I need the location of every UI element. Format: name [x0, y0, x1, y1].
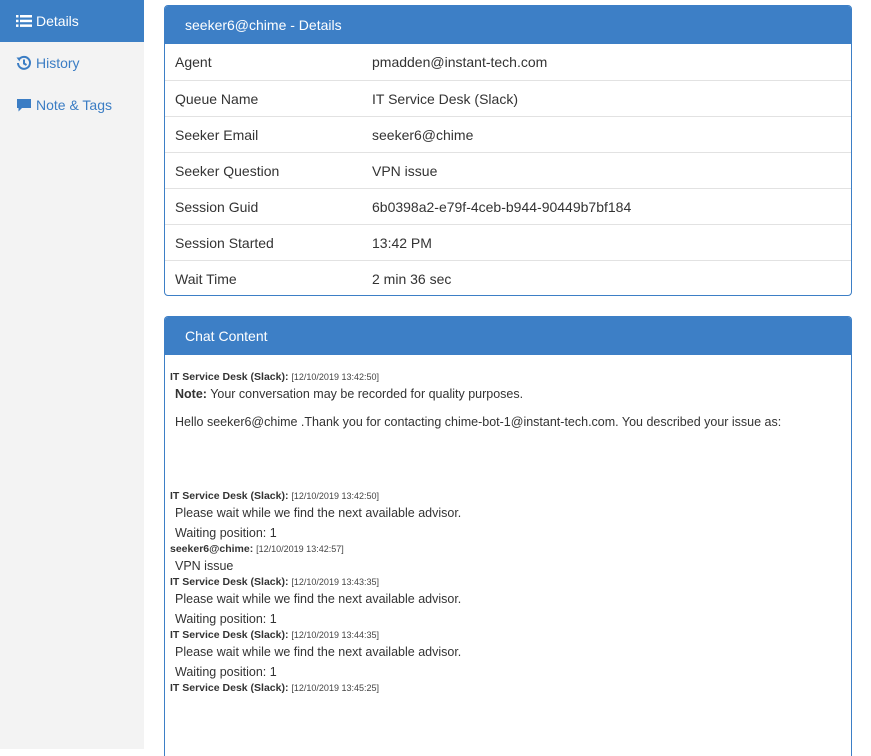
detail-value: IT Service Desk (Slack) — [372, 90, 518, 107]
chat-message: IT Service Desk (Slack): [12/10/2019 13:… — [170, 490, 851, 543]
detail-label: Session Started — [175, 234, 274, 251]
list-icon — [15, 13, 33, 29]
chat-meta: IT Service Desk (Slack): [12/10/2019 13:… — [170, 576, 851, 589]
detail-label: Seeker Question — [175, 162, 280, 179]
chat-panel: Chat Content IT Service Desk (Slack): [1… — [164, 316, 852, 756]
chat-timestamp: [12/10/2019 13:42:50] — [291, 372, 379, 382]
chat-message: IT Service Desk (Slack): [12/10/2019 13:… — [170, 371, 851, 490]
chat-line: Please wait while we find the next avail… — [175, 592, 462, 606]
chat-sender: IT Service Desk (Slack): — [170, 576, 289, 588]
chat-timestamp: [12/10/2019 13:45:25] — [291, 683, 379, 693]
details-panel-title: seeker6@chime - Details — [165, 6, 851, 44]
detail-value: 6b0398a2-e79f-4ceb-b944-90449b7bf184 — [372, 198, 632, 215]
details-table: Agent pmadden@instant-tech.com Queue Nam… — [165, 44, 851, 295]
detail-label: Agent — [175, 54, 212, 70]
detail-value: 2 min 36 sec — [372, 270, 452, 287]
detail-row-wait-time: Wait Time 2 min 36 sec — [165, 260, 851, 295]
chat-meta: seeker6@chime: [12/10/2019 13:42:57] — [170, 543, 851, 556]
chat-line: Waiting position: 1 — [175, 612, 277, 626]
sidebar-item-label: Note & Tags — [36, 97, 113, 113]
chat-sender: IT Service Desk (Slack): — [170, 629, 289, 641]
chat-note-label: Note: — [175, 387, 207, 401]
chat-message: IT Service Desk (Slack): [12/10/2019 13:… — [170, 576, 851, 629]
chat-meta: IT Service Desk (Slack): [12/10/2019 13:… — [170, 371, 851, 384]
detail-row-queue-name: Queue Name IT Service Desk (Slack) — [165, 80, 851, 116]
chat-line: Waiting position: 1 — [175, 665, 277, 679]
clock-icon — [15, 55, 33, 71]
sidebar-item-note-tags[interactable]: Note & Tags — [0, 84, 144, 126]
detail-row-session-started: Session Started 13:42 PM — [165, 224, 851, 260]
detail-value: pmadden@instant-tech.com — [372, 54, 548, 70]
sidebar-item-label: Details — [36, 13, 79, 29]
chat-line: Waiting position: 1 — [175, 526, 277, 540]
chat-timestamp: [12/10/2019 13:42:50] — [291, 491, 379, 501]
chat-message: IT Service Desk (Slack): [12/10/2019 13:… — [170, 682, 851, 695]
detail-row-session-guid: Session Guid 6b0398a2-e79f-4ceb-b944-904… — [165, 188, 851, 224]
detail-row-agent: Agent pmadden@instant-tech.com — [165, 44, 851, 80]
chat-sender: IT Service Desk (Slack): — [170, 490, 289, 502]
detail-row-seeker-question: Seeker Question VPN issue — [165, 152, 851, 188]
comment-icon — [15, 97, 33, 113]
chat-line: Please wait while we find the next avail… — [175, 645, 462, 659]
detail-label: Session Guid — [175, 198, 259, 215]
detail-label: Wait Time — [175, 270, 237, 287]
chat-transcript: IT Service Desk (Slack): [12/10/2019 13:… — [165, 355, 851, 695]
sidebar-item-label: History — [36, 55, 80, 71]
sidebar-item-details[interactable]: Details — [0, 0, 144, 42]
chat-timestamp: [12/10/2019 13:43:35] — [291, 577, 379, 587]
detail-value: seeker6@chime — [372, 126, 474, 143]
detail-label: Seeker Email — [175, 126, 259, 143]
chat-line: Hello seeker6@chime .Thank you for conta… — [175, 415, 782, 429]
chat-timestamp: [12/10/2019 13:42:57] — [256, 544, 344, 554]
detail-value: VPN issue — [372, 162, 438, 179]
chat-note-text: Your conversation may be recorded for qu… — [206, 387, 524, 401]
chat-timestamp: [12/10/2019 13:44:35] — [291, 630, 379, 640]
chat-sender: seeker6@chime: — [170, 543, 254, 555]
chat-line: Please wait while we find the next avail… — [175, 506, 462, 520]
chat-sender: IT Service Desk (Slack): — [170, 682, 289, 694]
chat-message: seeker6@chime: [12/10/2019 13:42:57] VPN… — [170, 543, 851, 576]
detail-row-seeker-email: Seeker Email seeker6@chime — [165, 116, 851, 152]
chat-meta: IT Service Desk (Slack): [12/10/2019 13:… — [170, 682, 851, 695]
chat-sender: IT Service Desk (Slack): — [170, 371, 289, 383]
chat-note: Note: Your conversation may be recorded … — [170, 384, 851, 404]
details-panel: seeker6@chime - Details Agent pmadden@in… — [164, 5, 852, 296]
chat-meta: IT Service Desk (Slack): [12/10/2019 13:… — [170, 629, 851, 642]
sidebar-item-history[interactable]: History — [0, 42, 144, 84]
detail-label: Queue Name — [175, 90, 259, 107]
chat-meta: IT Service Desk (Slack): [12/10/2019 13:… — [170, 490, 851, 503]
chat-message: IT Service Desk (Slack): [12/10/2019 13:… — [170, 629, 851, 682]
chat-line: VPN issue — [175, 559, 234, 573]
sidebar: Details History Note & Tags — [0, 0, 144, 749]
detail-value: 13:42 PM — [372, 234, 432, 251]
chat-panel-title: Chat Content — [165, 317, 851, 355]
